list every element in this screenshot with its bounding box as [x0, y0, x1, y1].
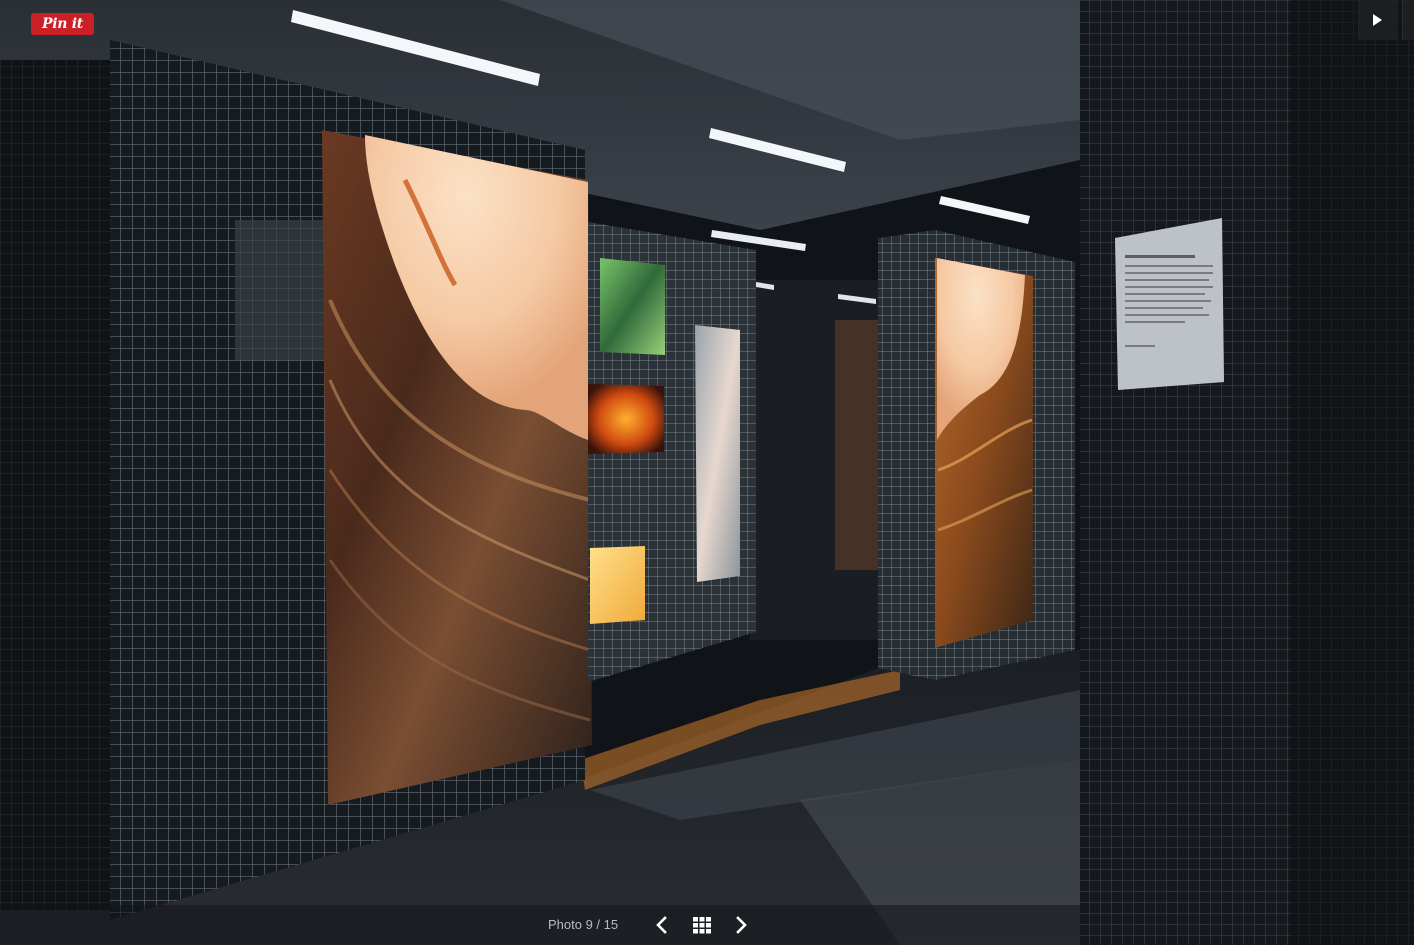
grid-icon [693, 917, 711, 934]
side-panel-tab[interactable] [1402, 0, 1414, 40]
gallery-photo-image [0, 0, 1414, 945]
slideshow-toolbar [0, 905, 1080, 945]
pin-it-button[interactable]: Pin it [31, 13, 94, 35]
photo-counter: Photo 9 / 15 [548, 917, 619, 932]
chevron-left-icon [656, 916, 667, 934]
slideshow-play-button[interactable] [1358, 0, 1398, 40]
gallery-photo [0, 0, 1414, 945]
next-photo-button[interactable] [731, 915, 751, 935]
thumbnail-grid-button[interactable] [692, 915, 712, 935]
play-icon [1373, 14, 1382, 26]
photo-viewer: Pin it Photo 9 / 15 [0, 0, 1414, 945]
previous-photo-button[interactable] [652, 915, 672, 935]
chevron-right-icon [736, 916, 747, 934]
